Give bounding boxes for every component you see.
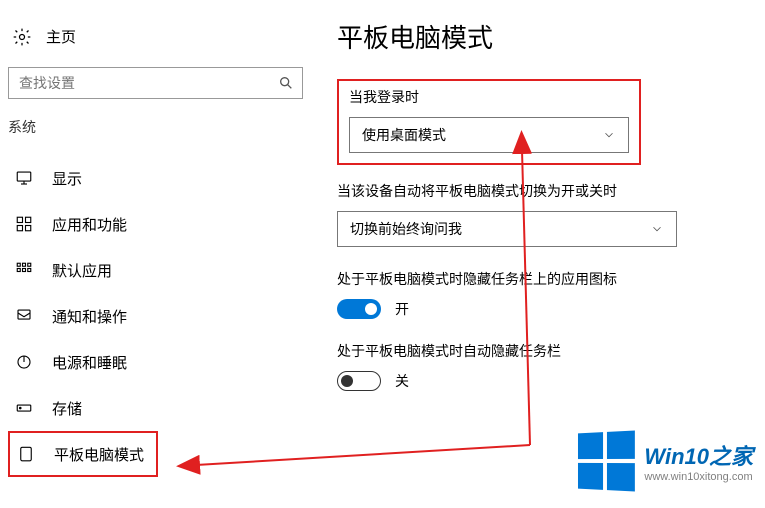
auto-hide-toggle[interactable] bbox=[337, 371, 381, 391]
sidebar-item-label: 存储 bbox=[52, 398, 82, 419]
autoswitch-label: 当该设备自动将平板电脑模式切换为开或关时 bbox=[337, 181, 747, 201]
sidebar-item-label: 平板电脑模式 bbox=[54, 444, 144, 465]
monitor-icon bbox=[14, 169, 34, 187]
hide-icons-toggle[interactable] bbox=[337, 299, 381, 319]
gear-icon bbox=[12, 27, 32, 47]
search-icon bbox=[278, 75, 294, 91]
watermark-url: www.win10xitong.com bbox=[644, 471, 753, 483]
watermark: Win10之家 www.win10xitong.com bbox=[576, 432, 753, 490]
signin-select-value: 使用桌面模式 bbox=[362, 125, 446, 145]
search-input-container[interactable] bbox=[8, 67, 303, 99]
home-label: 主页 bbox=[46, 26, 76, 47]
watermark-title: Win10之家 bbox=[644, 439, 753, 471]
power-icon bbox=[14, 353, 34, 371]
autoswitch-select[interactable]: 切换前始终询问我 bbox=[337, 211, 677, 247]
home-item[interactable]: 主页 bbox=[8, 20, 303, 57]
chevron-down-icon bbox=[602, 128, 616, 142]
sidebar-item-power[interactable]: 电源和睡眠 bbox=[8, 339, 303, 385]
hide-icons-state: 开 bbox=[395, 299, 409, 319]
notification-icon bbox=[14, 307, 34, 325]
sidebar-item-label: 默认应用 bbox=[52, 260, 112, 281]
hide-icons-toggle-row: 开 bbox=[337, 299, 747, 319]
default-apps-icon bbox=[14, 261, 34, 279]
storage-icon bbox=[14, 399, 34, 417]
apps-icon bbox=[14, 215, 34, 233]
sidebar-item-storage[interactable]: 存储 bbox=[8, 385, 303, 431]
tablet-icon bbox=[16, 445, 36, 463]
sidebar-item-label: 应用和功能 bbox=[52, 214, 127, 235]
signin-label: 当我登录时 bbox=[349, 87, 629, 107]
sidebar-item-label: 显示 bbox=[52, 168, 82, 189]
section-title: 系统 bbox=[8, 117, 303, 137]
sidebar-item-label: 电源和睡眠 bbox=[52, 352, 127, 373]
windows-logo-icon bbox=[578, 430, 635, 491]
chevron-down-icon bbox=[650, 222, 664, 236]
sidebar-item-tablet-mode[interactable]: 平板电脑模式 bbox=[8, 431, 158, 477]
sidebar-item-notifications[interactable]: 通知和操作 bbox=[8, 293, 303, 339]
main-content: 平板电脑模式 当我登录时 使用桌面模式 当该设备自动将平板电脑模式切换为开或关时… bbox=[337, 18, 747, 413]
sidebar-item-apps[interactable]: 应用和功能 bbox=[8, 201, 303, 247]
sidebar-item-display[interactable]: 显示 bbox=[8, 155, 303, 201]
signin-group-highlight: 当我登录时 使用桌面模式 bbox=[337, 79, 641, 165]
search-input[interactable] bbox=[17, 74, 278, 92]
sidebar-item-label: 通知和操作 bbox=[52, 306, 127, 327]
page-title: 平板电脑模式 bbox=[337, 18, 747, 55]
sidebar: 主页 系统 显示 应用和功能 默认应用 通知和操作 bbox=[8, 20, 303, 477]
hide-icons-label: 处于平板电脑模式时隐藏任务栏上的应用图标 bbox=[337, 269, 747, 289]
auto-hide-toggle-row: 关 bbox=[337, 371, 747, 391]
auto-hide-state: 关 bbox=[395, 371, 409, 391]
autoswitch-select-value: 切换前始终询问我 bbox=[350, 219, 462, 239]
auto-hide-label: 处于平板电脑模式时自动隐藏任务栏 bbox=[337, 341, 747, 361]
sidebar-item-default-apps[interactable]: 默认应用 bbox=[8, 247, 303, 293]
signin-select[interactable]: 使用桌面模式 bbox=[349, 117, 629, 153]
